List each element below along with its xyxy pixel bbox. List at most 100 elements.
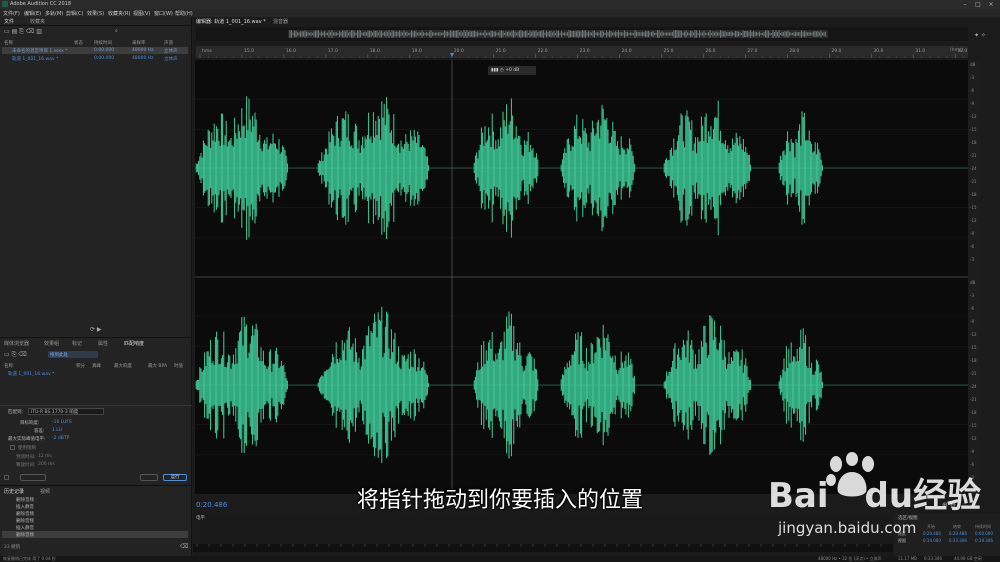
history-item-current[interactable]: 删除音频	[2, 531, 188, 538]
menu-effects[interactable]: 效果(S)	[87, 10, 104, 17]
match-file-row[interactable]: 轨道 1_001_16.wav *	[2, 370, 188, 377]
match-header-row: 名称 积分 真峰 最大响度 最大 BPA 时值	[4, 364, 183, 369]
view-row-duration[interactable]: 0:19.306	[975, 538, 993, 543]
db-top-tick-label: -15	[970, 205, 977, 210]
db-bottom-tick-label: -9	[970, 449, 974, 454]
run-button[interactable]: 运行	[163, 474, 187, 481]
view-row-end[interactable]: 0:33.306	[949, 538, 967, 543]
ruler-tick-label: 30.0	[873, 48, 883, 54]
db-bottom-tick-label: -21	[970, 397, 977, 402]
hud-volume-value: +0 dB	[505, 68, 520, 73]
playhead-marker[interactable]	[450, 53, 454, 57]
menu-file[interactable]: 文件(F)	[3, 10, 20, 17]
file-row-session[interactable]: 未命名的混音项目 1.sesx * 0:00.000 48000 Hz 立体声	[2, 47, 188, 54]
menu-multitrack[interactable]: 多轨(M)	[45, 10, 63, 17]
minimize-button[interactable]: –	[960, 0, 970, 9]
history-item[interactable]: 删除音频	[2, 517, 188, 524]
files-search-icon[interactable]: ⌕	[115, 28, 118, 34]
waveform-left-channel	[195, 96, 968, 240]
db-bottom-tick-label: -24	[970, 384, 977, 389]
menu-window[interactable]: 窗口(W)	[154, 10, 173, 17]
target-loudness-value[interactable]: -16 LUFS	[52, 420, 72, 425]
db-bottom-tick-label: -12	[970, 436, 977, 441]
db-top-tick-label: -15	[970, 127, 977, 132]
tab-editor[interactable]: 编辑器: 轨道 1_001_16.wav *	[196, 18, 266, 25]
view-row-label: 视图	[898, 538, 906, 543]
close-button[interactable]: ×	[986, 0, 996, 9]
release-label: 释放时间:	[16, 463, 36, 468]
baidu-watermark-url: jingyan.baidu.com	[778, 519, 917, 537]
db-bottom-tick-label: -12	[970, 332, 977, 337]
ruler-tick-label: 19.0	[412, 48, 422, 54]
db-bottom-tick-label: -9	[970, 319, 974, 324]
db-top-tick-label: -12	[970, 218, 977, 223]
hud-volume[interactable]: ▮▮▮ ◷ +0 dB	[488, 66, 536, 75]
db-bottom-tick-label: -6	[970, 462, 974, 467]
overview-strip[interactable]	[196, 27, 968, 41]
db-top-tick-label: -3	[970, 257, 974, 262]
menu-edit[interactable]: 编辑(E)	[24, 10, 41, 17]
ruler-tick-label: 31.0	[915, 48, 925, 54]
sel-row-end[interactable]: 0:20.486	[949, 531, 967, 536]
tab-properties[interactable]: 属性	[98, 340, 108, 347]
db-bottom-tick-label: -15	[970, 345, 977, 350]
ruler-tick-label: 25.0	[664, 48, 674, 54]
app-logo-icon	[2, 1, 8, 7]
menu-bar: 文件(F) 编辑(E) 多轨(M) 剪辑(C) 效果(S) 收藏夹(R) 视图(…	[0, 9, 1000, 17]
tab-mixer[interactable]: 混音器	[273, 18, 288, 25]
menu-help[interactable]: 帮助(H)	[175, 10, 193, 17]
db-top-tick-label: -12	[970, 114, 977, 119]
zoom-icons[interactable]: ✦ ✧	[974, 32, 986, 39]
ruler-tick-label: 26.0	[705, 48, 715, 54]
tab-favorites[interactable]: 收藏夹	[30, 18, 45, 25]
baidu-watermark: Bai du经验	[768, 476, 982, 516]
sel-row-start[interactable]: 0:20.486	[923, 531, 941, 536]
tolerance-value[interactable]: 1 LU	[52, 428, 62, 433]
tab-markers[interactable]: 标记	[72, 340, 82, 347]
limit-label: 使用限制	[18, 446, 36, 451]
release-value[interactable]: 200 ms	[38, 462, 55, 467]
tab-files[interactable]: 文件	[4, 18, 14, 25]
file-row-wav[interactable]: 轨道 1_001_16.wav * 0:00.000 48000 Hz 立体声	[2, 55, 188, 62]
db-bottom-tick-label: -15	[970, 423, 977, 428]
view-row-start[interactable]: 0:14.000	[923, 538, 941, 543]
sel-col-end: 结束	[953, 524, 961, 529]
files-footer-icons[interactable]: ⟳ ▶	[90, 326, 102, 333]
tab-match-loudness[interactable]: 匹配响度	[124, 340, 144, 347]
lookahead-label: 预测时间:	[16, 455, 36, 460]
peak-value[interactable]: -2 dBTP	[52, 436, 69, 441]
match-to-select[interactable]: ITU-R BS.1770-3 响度	[28, 408, 104, 415]
status-free-space: 44.99 GB 空闲	[954, 556, 982, 561]
tab-effects-group[interactable]: 效果组	[44, 340, 59, 347]
ruler-tick-label: 29.0	[831, 48, 841, 54]
match-toolbar-icons[interactable]: ▭ ⎘ ⌫	[4, 351, 27, 359]
title-bar: Adobe Audition CC 2018 – □ ×	[0, 0, 1000, 9]
tolerance-label: 容差:	[34, 429, 45, 434]
waveform-display[interactable]: ▮▮▮ ◷ +0 dB	[195, 60, 968, 494]
db-top-tick-label: -18	[970, 192, 977, 197]
menu-clip[interactable]: 剪辑(C)	[66, 10, 83, 17]
overview-waveform	[288, 30, 828, 38]
db-top-tick-label: dB	[970, 62, 976, 67]
scan-checkbox[interactable]	[4, 475, 9, 480]
menu-view[interactable]: 视图(V)	[133, 10, 150, 17]
db-top-tick-label: -9	[970, 231, 974, 236]
time-ruler[interactable]: hms 15.0 16.0 17.0 18.0 19.0 20.0 21.0 22.0 23.0 2…	[196, 46, 968, 58]
stop-button[interactable]	[140, 474, 158, 481]
level-meter-scale	[193, 544, 893, 552]
tab-media-browser[interactable]: 媒体浏览器	[4, 340, 29, 347]
menu-favorites[interactable]: 收藏夹(R)	[108, 10, 130, 17]
db-top-tick-label: -9	[970, 101, 974, 106]
ruler-tick-label: 20.0	[454, 48, 464, 54]
sel-row-duration[interactable]: 0:00.000	[975, 531, 993, 536]
drop-target-badge[interactable]: 拖到此处	[48, 351, 98, 358]
limit-checkbox[interactable]	[10, 445, 15, 450]
history-item[interactable]: 插入静音	[2, 524, 188, 531]
maximize-button[interactable]: □	[973, 0, 983, 9]
files-toolbar-icons[interactable]: ▭ ▤ ⎘ ⌫ ▥	[4, 28, 42, 36]
ruler-tick-label: 16.0	[286, 48, 296, 54]
lookahead-value[interactable]: 12 ms	[38, 454, 52, 459]
db-top-tick-label: -21	[970, 153, 977, 158]
history-delete-icon[interactable]: ⌫	[180, 543, 188, 550]
scan-button[interactable]	[20, 474, 46, 481]
